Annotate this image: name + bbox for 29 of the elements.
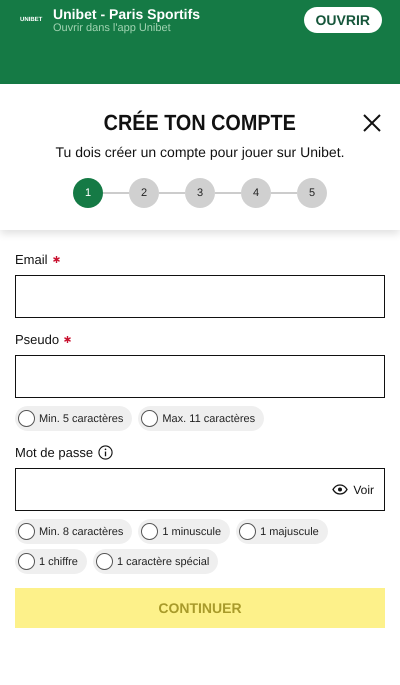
field-label: Pseudo [15, 332, 60, 347]
info-icon[interactable] [98, 445, 114, 460]
requirement-text: 1 minuscule [162, 526, 222, 538]
step-indicator: 5 [297, 178, 327, 208]
open-app-button[interactable]: OUVRIR [304, 7, 382, 33]
requirement-text: Min. 5 caractères [39, 412, 124, 424]
app-name: Unibet - Paris Sportifs [53, 6, 202, 22]
app-subtitle: Ouvrir dans l'app Unibet [53, 22, 171, 34]
step-indicator: 4 [241, 178, 271, 208]
step-indicator: 1 [73, 178, 103, 208]
requirement-text: 1 chiffre [39, 556, 78, 568]
page-subtitle: Tu dois créer un compte pour jouer sur Unibet. [56, 144, 344, 160]
requirement-text: 1 majuscule [260, 526, 319, 538]
close-icon[interactable] [362, 113, 382, 133]
eye-icon [332, 484, 348, 495]
required-asterisk-icon [64, 336, 72, 343]
step-indicator: 2 [129, 178, 159, 208]
field-label: Mot de passe [15, 445, 94, 460]
password-field[interactable]: Voir [15, 468, 385, 511]
requirement-text: 1 caractère spécial [116, 556, 210, 568]
required-asterisk-icon [52, 256, 60, 263]
requirement-text: Min. 8 caractères [39, 526, 124, 538]
text-field[interactable] [15, 275, 385, 318]
text-field[interactable] [15, 355, 385, 398]
show-password-button[interactable]: Voir [332, 482, 374, 496]
page-title: CRÉE TON COMPTE [104, 110, 296, 136]
requirement-text: Max. 11 caractères [162, 412, 256, 424]
field-label: Email [15, 252, 48, 267]
step-indicator: 3 [185, 178, 215, 208]
